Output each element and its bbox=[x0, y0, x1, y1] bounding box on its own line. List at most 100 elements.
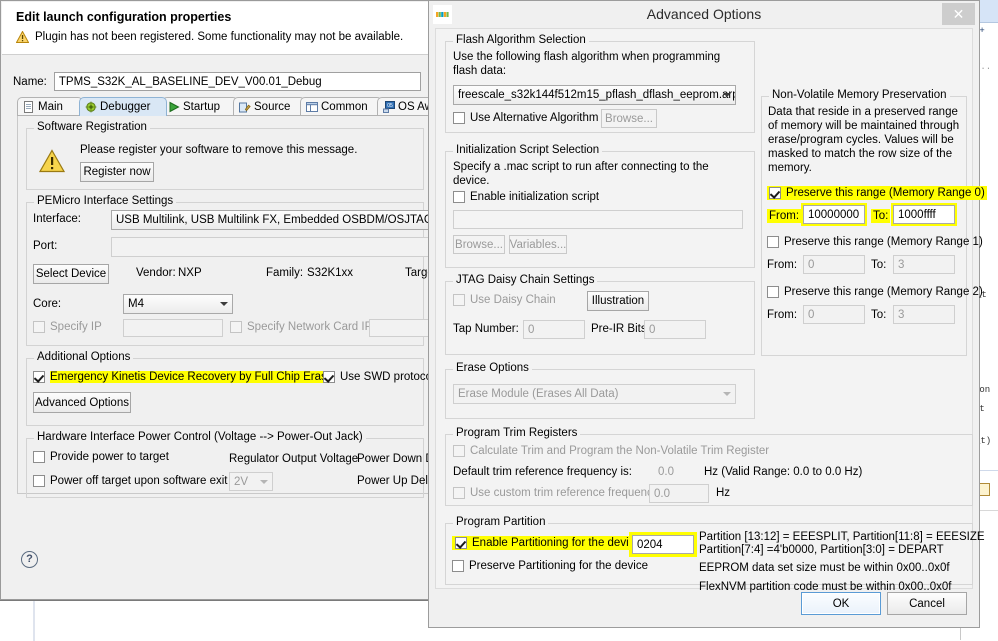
advanced-options-button[interactable]: Advanced Options bbox=[33, 392, 131, 413]
flash-algorithm-description: Use the following flash algorithm when p… bbox=[453, 51, 721, 77]
chevron-down-icon bbox=[260, 479, 268, 484]
tab-main[interactable]: Main bbox=[17, 97, 83, 116]
preserve-range-0-row[interactable]: Preserve this range (Memory Range 0) bbox=[767, 186, 987, 200]
use-swd-protocol-row[interactable]: Use SWD protocol bbox=[323, 371, 435, 383]
initialization-script-description: Specify a .mac script to run after conne… bbox=[453, 161, 709, 187]
vendor-value: NXP bbox=[178, 267, 202, 279]
emergency-kinetis-recovery-row[interactable]: Emergency Kinetis Device Recovery by Ful… bbox=[33, 371, 334, 383]
help-question-icon[interactable]: ? bbox=[21, 551, 38, 568]
ok-button[interactable]: OK bbox=[801, 592, 881, 615]
enable-partitioning-row[interactable]: Enable Partitioning for the device bbox=[452, 536, 644, 550]
preserve-range-2-row[interactable]: Preserve this range (Memory Range 2) bbox=[767, 286, 983, 298]
flash-algorithm-value: freescale_s32k144f512m15_pflash_dflash_e… bbox=[458, 89, 736, 101]
use-alternative-algorithm-row[interactable]: Use Alternative Algorithm bbox=[453, 112, 598, 124]
use-swd-protocol-checkbox[interactable] bbox=[323, 371, 335, 383]
panel-divider bbox=[33, 601, 35, 641]
tab-startup[interactable]: Startup bbox=[162, 97, 238, 116]
flash-algorithm-browse-button[interactable]: Browse... bbox=[601, 109, 657, 128]
emergency-kinetis-recovery-checkbox[interactable] bbox=[33, 371, 45, 383]
enable-initialization-script-checkbox[interactable] bbox=[453, 191, 465, 203]
provide-power-row[interactable]: Provide power to target bbox=[33, 451, 169, 463]
custom-trim-frequency-input[interactable]: 0.0 bbox=[649, 484, 709, 503]
power-control-label: Hardware Interface Power Control (Voltag… bbox=[34, 431, 366, 443]
custom-trim-frequency-row[interactable]: Use custom trim reference frequency: bbox=[453, 487, 662, 499]
chevron-down-icon bbox=[220, 302, 228, 306]
initialization-script-browse-button[interactable]: Browse... bbox=[453, 235, 505, 254]
tab-label: Source bbox=[254, 101, 291, 113]
pre-ir-bits-input[interactable]: 0 bbox=[644, 320, 706, 339]
tab-source[interactable]: Source bbox=[233, 97, 305, 116]
tab-label: Startup bbox=[183, 101, 221, 113]
tab-common[interactable]: Common bbox=[300, 97, 382, 116]
custom-trim-frequency-unit: Hz bbox=[716, 487, 731, 499]
custom-trim-frequency-checkbox[interactable] bbox=[453, 487, 465, 499]
power-off-on-exit-label: Power off target upon software exit bbox=[50, 475, 228, 487]
partition-value-input[interactable]: 0204 bbox=[632, 535, 694, 554]
use-alternative-algorithm-checkbox[interactable] bbox=[453, 112, 465, 124]
vendor-label: Vendor: bbox=[136, 267, 176, 279]
specify-network-card-ip-checkbox-row[interactable]: Specify Network Card IP bbox=[230, 321, 372, 333]
preserve-partitioning-checkbox[interactable] bbox=[452, 560, 464, 572]
partition-note: EEPROM data set size must be within 0x00… bbox=[699, 562, 950, 574]
erase-options-group: Erase Options Erase Module (Erases All D… bbox=[445, 362, 755, 419]
edit-launch-configuration-window: Edit launch configuration properties Plu… bbox=[0, 0, 486, 600]
advanced-options-body: Flash Algorithm Selection Use the follow… bbox=[435, 28, 987, 593]
close-icon[interactable]: ✕ bbox=[942, 3, 975, 25]
specify-network-card-ip-checkbox[interactable] bbox=[230, 321, 242, 333]
erase-options-combobox[interactable]: Erase Module (Erases All Data) bbox=[453, 384, 736, 404]
bug-gear-icon bbox=[85, 101, 97, 113]
initialization-script-path-input[interactable] bbox=[453, 210, 743, 229]
core-combobox[interactable]: M4 bbox=[123, 294, 233, 314]
configuration-name-row: Name: TPMS_S32K_AL_BASELINE_DEV_V00.01_D… bbox=[13, 71, 421, 92]
range-0-to-input[interactable]: 1000ffff bbox=[893, 205, 955, 224]
preserve-partitioning-row[interactable]: Preserve Partitioning for the device bbox=[452, 560, 648, 572]
preserve-range-1-checkbox[interactable] bbox=[767, 236, 779, 248]
calculate-trim-checkbox[interactable] bbox=[453, 445, 465, 457]
tap-number-input[interactable]: 0 bbox=[523, 320, 585, 339]
power-off-on-exit-checkbox[interactable] bbox=[33, 475, 45, 487]
enable-initialization-script-row[interactable]: Enable initialization script bbox=[453, 191, 599, 203]
nvm-preservation-group: Non-Volatile Memory Preservation Data th… bbox=[761, 89, 987, 356]
cancel-button[interactable]: Cancel bbox=[887, 592, 967, 615]
use-daisy-chain-checkbox[interactable] bbox=[453, 294, 465, 306]
launch-header: Edit launch configuration properties Plu… bbox=[2, 2, 431, 55]
pre-ir-bits-label: Pre-IR Bits: bbox=[591, 323, 650, 335]
preserve-range-1-row[interactable]: Preserve this range (Memory Range 1) bbox=[767, 236, 983, 248]
specify-ip-input[interactable] bbox=[123, 319, 223, 337]
use-daisy-chain-label: Use Daisy Chain bbox=[470, 294, 556, 306]
partition-note: Partition [13:12] = EEESPLIT, Partition[… bbox=[699, 531, 985, 543]
tab-debugger[interactable]: Debugger bbox=[79, 97, 167, 116]
regulator-voltage-combobox[interactable]: 2V bbox=[229, 472, 273, 491]
initialization-script-variables-button[interactable]: Variables... bbox=[509, 235, 567, 254]
advanced-options-title: Advanced Options bbox=[646, 6, 762, 22]
green-play-icon bbox=[168, 101, 180, 113]
default-trim-frequency-unit: Hz (Valid Range: 0.0 to 0.0 Hz) bbox=[704, 466, 863, 478]
flash-algorithm-combobox[interactable]: freescale_s32k144f512m15_pflash_dflash_e… bbox=[453, 85, 736, 105]
warning-triangle-icon bbox=[38, 149, 66, 173]
select-device-button[interactable]: Select Device bbox=[33, 264, 109, 284]
range-1-to-input[interactable]: 3 bbox=[893, 255, 955, 274]
advanced-options-footer: OK Cancel bbox=[435, 589, 973, 623]
range-0-from-label: From: bbox=[767, 209, 802, 223]
range-1-from-input[interactable]: 0 bbox=[803, 255, 865, 274]
provide-power-checkbox[interactable] bbox=[33, 451, 45, 463]
range-2-from-input[interactable]: 0 bbox=[803, 305, 865, 324]
interface-combobox[interactable]: USB Multilink, USB Multilink FX, Embedde… bbox=[111, 210, 441, 230]
register-now-button[interactable]: Register now bbox=[80, 162, 154, 182]
power-off-on-exit-row[interactable]: Power off target upon software exit bbox=[33, 475, 228, 487]
illustration-button[interactable]: Illustration bbox=[587, 291, 649, 311]
enable-partitioning-checkbox[interactable] bbox=[455, 537, 467, 549]
additional-options-group: Additional Options Emergency Kinetis Dev… bbox=[26, 351, 435, 426]
preserve-range-0-checkbox[interactable] bbox=[769, 187, 781, 199]
range-2-to-input[interactable]: 3 bbox=[893, 305, 955, 324]
preserve-range-2-checkbox[interactable] bbox=[767, 286, 779, 298]
provide-power-label: Provide power to target bbox=[50, 451, 169, 463]
name-input[interactable]: TPMS_S32K_AL_BASELINE_DEV_V00.01_Debug bbox=[53, 72, 421, 91]
specify-ip-checkbox[interactable] bbox=[33, 321, 45, 333]
enable-partitioning-label: Enable Partitioning for the device bbox=[472, 537, 641, 549]
range-0-from-input[interactable]: 10000000 bbox=[803, 205, 865, 224]
use-daisy-chain-row[interactable]: Use Daisy Chain bbox=[453, 294, 556, 306]
specify-ip-checkbox-row[interactable]: Specify IP bbox=[33, 321, 102, 333]
port-combobox[interactable] bbox=[111, 237, 441, 257]
calculate-trim-row[interactable]: Calculate Trim and Program the Non-Volat… bbox=[453, 445, 769, 457]
